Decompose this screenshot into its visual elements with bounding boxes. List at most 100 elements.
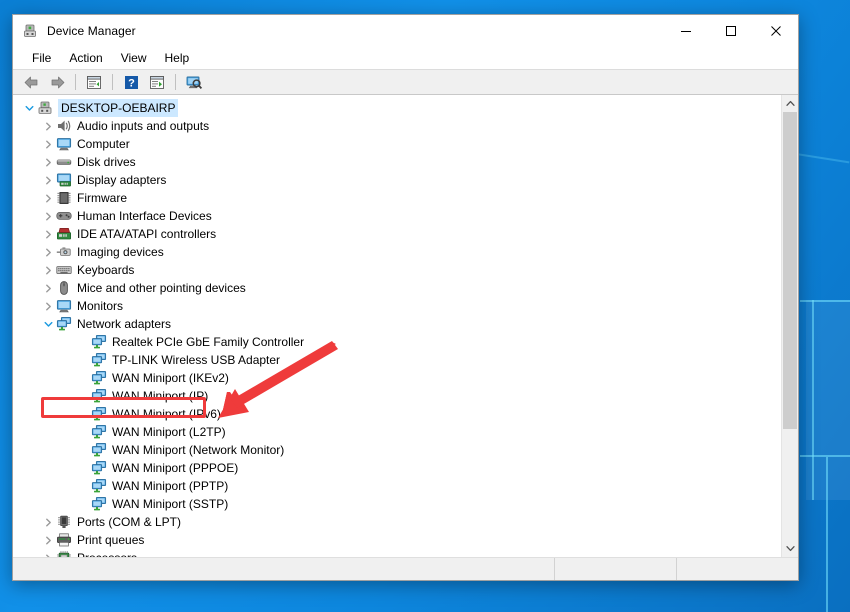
help-icon[interactable]: ? [119, 71, 143, 93]
tree-device-item[interactable]: WAN Miniport (PPPOE) [13, 459, 781, 477]
properties-icon[interactable] [82, 71, 106, 93]
chevron-right-icon[interactable] [40, 532, 56, 548]
wallpaper-line [812, 300, 814, 500]
scan-hardware-changes-icon[interactable] [182, 71, 206, 93]
tree-item-label: Realtek PCIe GbE Family Controller [112, 335, 305, 349]
chevron-right-icon[interactable] [40, 190, 56, 206]
chevron-right-icon[interactable] [40, 118, 56, 134]
tree-item-label: TP-LINK Wireless USB Adapter [112, 353, 281, 367]
menu-action[interactable]: Action [60, 49, 111, 67]
toolbar: ? [13, 69, 798, 95]
device-tree[interactable]: DESKTOP-OEBAIRP Audio inputs and outputs C… [13, 95, 781, 557]
back-icon[interactable] [19, 71, 43, 93]
chevron-right-icon[interactable] [40, 154, 56, 170]
window-title: Device Manager [47, 24, 136, 38]
chevron-right-icon[interactable] [40, 226, 56, 242]
forward-icon[interactable] [45, 71, 69, 93]
chevron-right-icon[interactable] [40, 244, 56, 260]
scroll-down-icon[interactable] [782, 540, 798, 557]
chevron-right-icon[interactable] [40, 136, 56, 152]
gamepad-icon [56, 208, 72, 224]
tree-item-label: Ports (COM & LPT) [77, 515, 182, 529]
device-manager-icon [23, 23, 39, 39]
tree-category-item[interactable]: Network adapters [13, 315, 781, 333]
network-adapter-icon [91, 442, 107, 458]
update-driver-icon[interactable] [145, 71, 169, 93]
chevron-right-icon[interactable] [40, 172, 56, 188]
network-adapter-icon [91, 424, 107, 440]
tree-device-item[interactable]: TP-LINK Wireless USB Adapter [13, 351, 781, 369]
tree-item-label: Firmware [77, 191, 127, 205]
tree-item-label: Keyboards [77, 263, 135, 277]
menu-view[interactable]: View [112, 49, 156, 67]
tree-item-label: Processors [77, 550, 137, 557]
tree-category-item[interactable]: Mice and other pointing devices [13, 279, 781, 297]
chevron-right-icon[interactable] [40, 298, 56, 314]
tree-item-label: IDE ATA/ATAPI controllers [77, 227, 217, 241]
tree-category-item[interactable]: Ports (COM & LPT) [13, 513, 781, 531]
chevron-down-icon[interactable] [40, 316, 56, 332]
chip-icon [56, 190, 72, 206]
chevron-right-icon[interactable] [40, 208, 56, 224]
title-bar[interactable]: Device Manager [13, 15, 798, 47]
tree-item-label: Mice and other pointing devices [77, 281, 246, 295]
minimize-button[interactable] [663, 15, 708, 47]
tree-device-item[interactable]: WAN Miniport (IP) [13, 387, 781, 405]
tree-device-item[interactable]: WAN Miniport (IPv6) [13, 405, 781, 423]
tree-category-item[interactable]: Human Interface Devices [13, 207, 781, 225]
status-bar [13, 557, 798, 580]
monitor-icon [56, 298, 72, 314]
chevron-right-icon[interactable] [40, 280, 56, 296]
tree-root-node[interactable]: DESKTOP-OEBAIRP [13, 99, 781, 117]
tree-item-label: Imaging devices [77, 245, 164, 259]
tree-category-item[interactable]: Print queues [13, 531, 781, 549]
maximize-button[interactable] [708, 15, 753, 47]
tree-category-item[interactable]: Keyboards [13, 261, 781, 279]
device-manager-window: Device Manager File Action View Help ? D… [12, 14, 799, 581]
tree-category-item[interactable]: Computer [13, 135, 781, 153]
tree-device-item[interactable]: WAN Miniport (PPTP) [13, 477, 781, 495]
chevron-down-icon[interactable] [21, 100, 37, 116]
tree-device-item[interactable]: WAN Miniport (L2TP) [13, 423, 781, 441]
menu-help[interactable]: Help [156, 49, 199, 67]
chevron-right-icon[interactable] [40, 550, 56, 557]
chevron-right-icon[interactable] [40, 514, 56, 530]
printer-icon [56, 532, 72, 548]
close-button[interactable] [753, 15, 798, 47]
processor-icon [56, 550, 72, 557]
scroll-up-icon[interactable] [782, 95, 798, 112]
menu-file[interactable]: File [23, 49, 60, 67]
tree-category-item[interactable]: Disk drives [13, 153, 781, 171]
network-adapter-icon [91, 370, 107, 386]
vertical-scrollbar[interactable] [781, 95, 798, 557]
wallpaper-line [800, 300, 850, 302]
chevron-right-icon[interactable] [40, 262, 56, 278]
window-controls [663, 15, 798, 47]
network-adapter-icon [91, 334, 107, 350]
network-adapter-icon [91, 478, 107, 494]
tree-device-item[interactable]: WAN Miniport (SSTP) [13, 495, 781, 513]
scrollbar-thumb[interactable] [783, 112, 797, 429]
tree-category-item[interactable]: Display adapters [13, 171, 781, 189]
tree-category-item[interactable]: IDE ATA/ATAPI controllers [13, 225, 781, 243]
tree-device-item[interactable]: WAN Miniport (Network Monitor) [13, 441, 781, 459]
wallpaper-line [800, 455, 850, 457]
tree-device-item[interactable]: WAN Miniport (IKEv2) [13, 369, 781, 387]
tree-item-label: WAN Miniport (SSTP) [112, 497, 229, 511]
tree-category-item[interactable]: Imaging devices [13, 243, 781, 261]
tree-category-item[interactable]: Audio inputs and outputs [13, 117, 781, 135]
tree-category-item[interactable]: Monitors [13, 297, 781, 315]
menu-bar: File Action View Help [13, 47, 798, 69]
tree-category-item[interactable]: Firmware [13, 189, 781, 207]
tree-category-item[interactable]: Processors [13, 549, 781, 557]
tree-device-item[interactable]: Realtek PCIe GbE Family Controller [13, 333, 781, 351]
ide-controller-icon [56, 226, 72, 242]
scrollbar-track[interactable] [782, 112, 798, 540]
tree-item-label: Display adapters [77, 173, 167, 187]
port-icon [56, 514, 72, 530]
tree-item-label: WAN Miniport (IPv6) [112, 407, 221, 421]
computer-root-icon [37, 100, 53, 116]
